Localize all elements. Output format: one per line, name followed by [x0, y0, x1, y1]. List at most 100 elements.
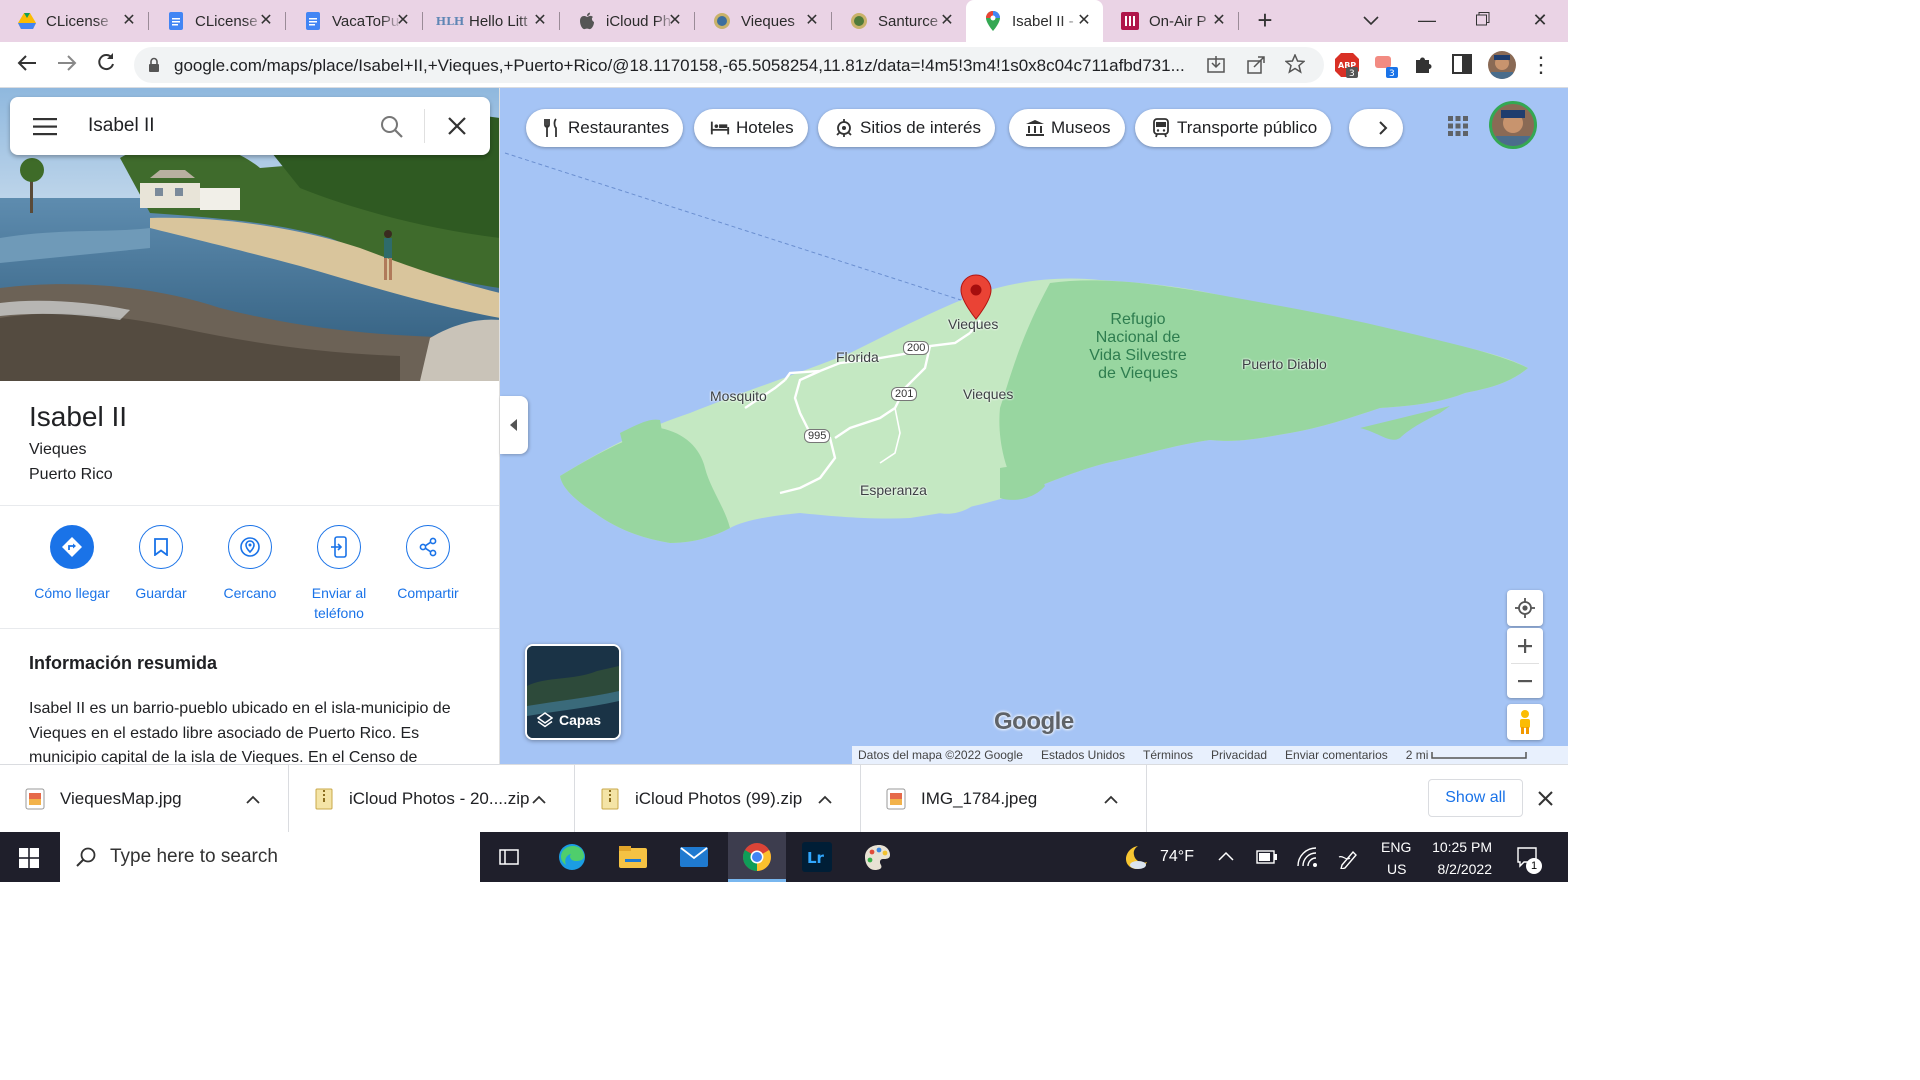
search-icon[interactable]	[380, 115, 404, 139]
lightroom-icon[interactable]: Lr	[800, 840, 834, 874]
mail-icon[interactable]	[677, 840, 711, 874]
chips-next-button[interactable]	[1349, 109, 1403, 147]
save-button[interactable]: Guardar	[116, 525, 206, 603]
close-shelf-icon[interactable]	[1538, 791, 1553, 806]
tab-onair[interactable]: On-Air P ✕	[1103, 0, 1238, 42]
chip-museos[interactable]: Museos	[1009, 109, 1125, 147]
map-canvas[interactable]: Restaurantes Hoteles Sitios de interés M…	[500, 88, 1568, 764]
my-location-button[interactable]	[1507, 590, 1543, 626]
back-button[interactable]	[12, 50, 42, 80]
tab-hello-little[interactable]: HLH Hello Litt ✕	[423, 0, 559, 42]
location-pin-icon[interactable]	[960, 274, 992, 320]
account-avatar[interactable]	[1489, 101, 1537, 149]
close-window-button[interactable]: ✕	[1525, 6, 1555, 36]
side-panel-icon[interactable]	[1450, 52, 1476, 78]
puzzle-extensions-icon[interactable]	[1412, 52, 1438, 78]
collapse-panel-button[interactable]	[500, 396, 528, 454]
street-view-pegman[interactable]	[1507, 704, 1543, 740]
directions-button[interactable]: Cómo llegar	[27, 525, 117, 603]
edge-browser-icon[interactable]	[555, 840, 589, 874]
temperature[interactable]: 74°F	[1160, 848, 1194, 866]
map-label-puerto-diablo[interactable]: Puerto Diablo	[1242, 356, 1327, 372]
install-app-icon[interactable]	[1206, 55, 1226, 75]
weather-moon-icon[interactable]	[1120, 843, 1148, 871]
tab-vacatopu[interactable]: VacaToPu ✕	[286, 0, 422, 42]
tab-search-button[interactable]	[1356, 6, 1386, 36]
windows-start-icon[interactable]	[19, 848, 39, 868]
chip-sitios-interes[interactable]: Sitios de interés	[818, 109, 995, 147]
chip-hoteles[interactable]: Hoteles	[694, 109, 808, 147]
layers-button[interactable]: Capas	[525, 644, 621, 740]
close-tab-icon[interactable]: ✕	[531, 12, 549, 30]
task-view-icon[interactable]	[492, 840, 526, 874]
close-tab-icon[interactable]: ✕	[394, 12, 412, 30]
download-item[interactable]: iCloud Photos (99).zip	[575, 765, 861, 833]
restore-button[interactable]	[1468, 6, 1498, 36]
map-label-refugio[interactable]: Refugio Nacional de Vida Silvestre de Vi…	[1080, 311, 1196, 383]
zoom-out-button[interactable]	[1507, 664, 1543, 698]
browser-menu-icon[interactable]: ⋮	[1530, 54, 1552, 78]
map-label-vieques-town[interactable]: Vieques	[948, 316, 998, 332]
feedback-link[interactable]: Enviar comentarios	[1285, 748, 1388, 762]
chevron-up-icon[interactable]	[532, 791, 552, 807]
close-tab-icon[interactable]: ✕	[120, 12, 138, 30]
close-tab-icon[interactable]: ✕	[803, 12, 821, 30]
send-to-phone-button[interactable]: Enviar al teléfono	[294, 525, 384, 623]
tab-isabel-ii[interactable]: Isabel II - ✕	[966, 0, 1103, 42]
share-button[interactable]: Compartir	[383, 525, 473, 603]
notifications-button[interactable]: 1	[1516, 846, 1542, 874]
adblock-extension-icon[interactable]: ABP 3	[1334, 52, 1360, 79]
tab-santurce[interactable]: Santurce ✕	[832, 0, 966, 42]
tab-icloud[interactable]: iCloud Ph ✕	[560, 0, 694, 42]
extension-badge-icon[interactable]: 3	[1374, 52, 1400, 79]
terms-link[interactable]: Términos	[1143, 748, 1193, 762]
close-icon[interactable]	[448, 117, 466, 135]
hamburger-menu-icon[interactable]	[33, 118, 57, 136]
close-tab-icon[interactable]: ✕	[1075, 12, 1093, 30]
bookmark-star-icon[interactable]	[1285, 54, 1305, 74]
forward-button[interactable]	[52, 50, 82, 80]
chevron-up-icon[interactable]	[1104, 791, 1124, 807]
taskbar-search[interactable]: Type here to search	[60, 832, 480, 882]
profile-avatar[interactable]	[1488, 51, 1516, 79]
scale-bar[interactable]: 2 mi	[1406, 748, 1528, 762]
reload-button[interactable]	[91, 50, 121, 80]
tab-vieques[interactable]: Vieques ✕	[695, 0, 831, 42]
chrome-taskbar-button[interactable]	[728, 832, 786, 882]
map-label-vieques[interactable]: Vieques	[963, 386, 1013, 402]
clock[interactable]: 10:25 PM 8/2/2022	[1430, 839, 1492, 877]
country-link[interactable]: Estados Unidos	[1041, 748, 1125, 762]
chip-restaurantes[interactable]: Restaurantes	[526, 109, 684, 147]
wifi-icon[interactable]	[1296, 846, 1318, 868]
map-label-esperanza[interactable]: Esperanza	[860, 482, 927, 498]
download-item[interactable]: iCloud Photos - 20....zip	[289, 765, 575, 833]
search-input[interactable]: Isabel II	[88, 115, 155, 137]
map-label-mosquito[interactable]: Mosquito	[710, 388, 767, 404]
pen-icon[interactable]	[1338, 847, 1360, 869]
zoom-in-button[interactable]	[1507, 629, 1543, 663]
language-indicator[interactable]: ENG US	[1381, 839, 1411, 877]
tab-clicense-drive[interactable]: CLicense ✕	[0, 0, 148, 42]
privacy-link[interactable]: Privacidad	[1211, 748, 1267, 762]
download-item[interactable]: ViequesMap.jpg	[0, 765, 289, 833]
tab-clicense-docs[interactable]: CLicense ✕	[149, 0, 285, 42]
new-tab-button[interactable]: +	[1250, 6, 1280, 36]
close-tab-icon[interactable]: ✕	[1210, 12, 1228, 30]
address-bar[interactable]: google.com/maps/place/Isabel+II,+Vieques…	[134, 47, 1324, 83]
close-tab-icon[interactable]: ✕	[666, 12, 684, 30]
chevron-up-icon[interactable]	[246, 791, 266, 807]
map-label-florida[interactable]: Florida	[836, 349, 879, 365]
minimize-button[interactable]: —	[1412, 6, 1442, 36]
google-apps-icon[interactable]	[1448, 116, 1468, 136]
show-all-button[interactable]: Show all	[1428, 779, 1523, 817]
share-page-icon[interactable]	[1246, 55, 1266, 75]
file-explorer-icon[interactable]	[616, 840, 650, 874]
close-tab-icon[interactable]: ✕	[257, 12, 275, 30]
download-item[interactable]: IMG_1784.jpeg	[861, 765, 1147, 833]
chip-transporte[interactable]: Transporte público	[1135, 109, 1332, 147]
close-tab-icon[interactable]: ✕	[938, 12, 956, 30]
battery-icon[interactable]	[1256, 850, 1278, 864]
nearby-button[interactable]: Cercano	[205, 525, 295, 603]
paint-icon[interactable]	[860, 840, 894, 874]
chevron-up-icon[interactable]	[1218, 851, 1234, 861]
